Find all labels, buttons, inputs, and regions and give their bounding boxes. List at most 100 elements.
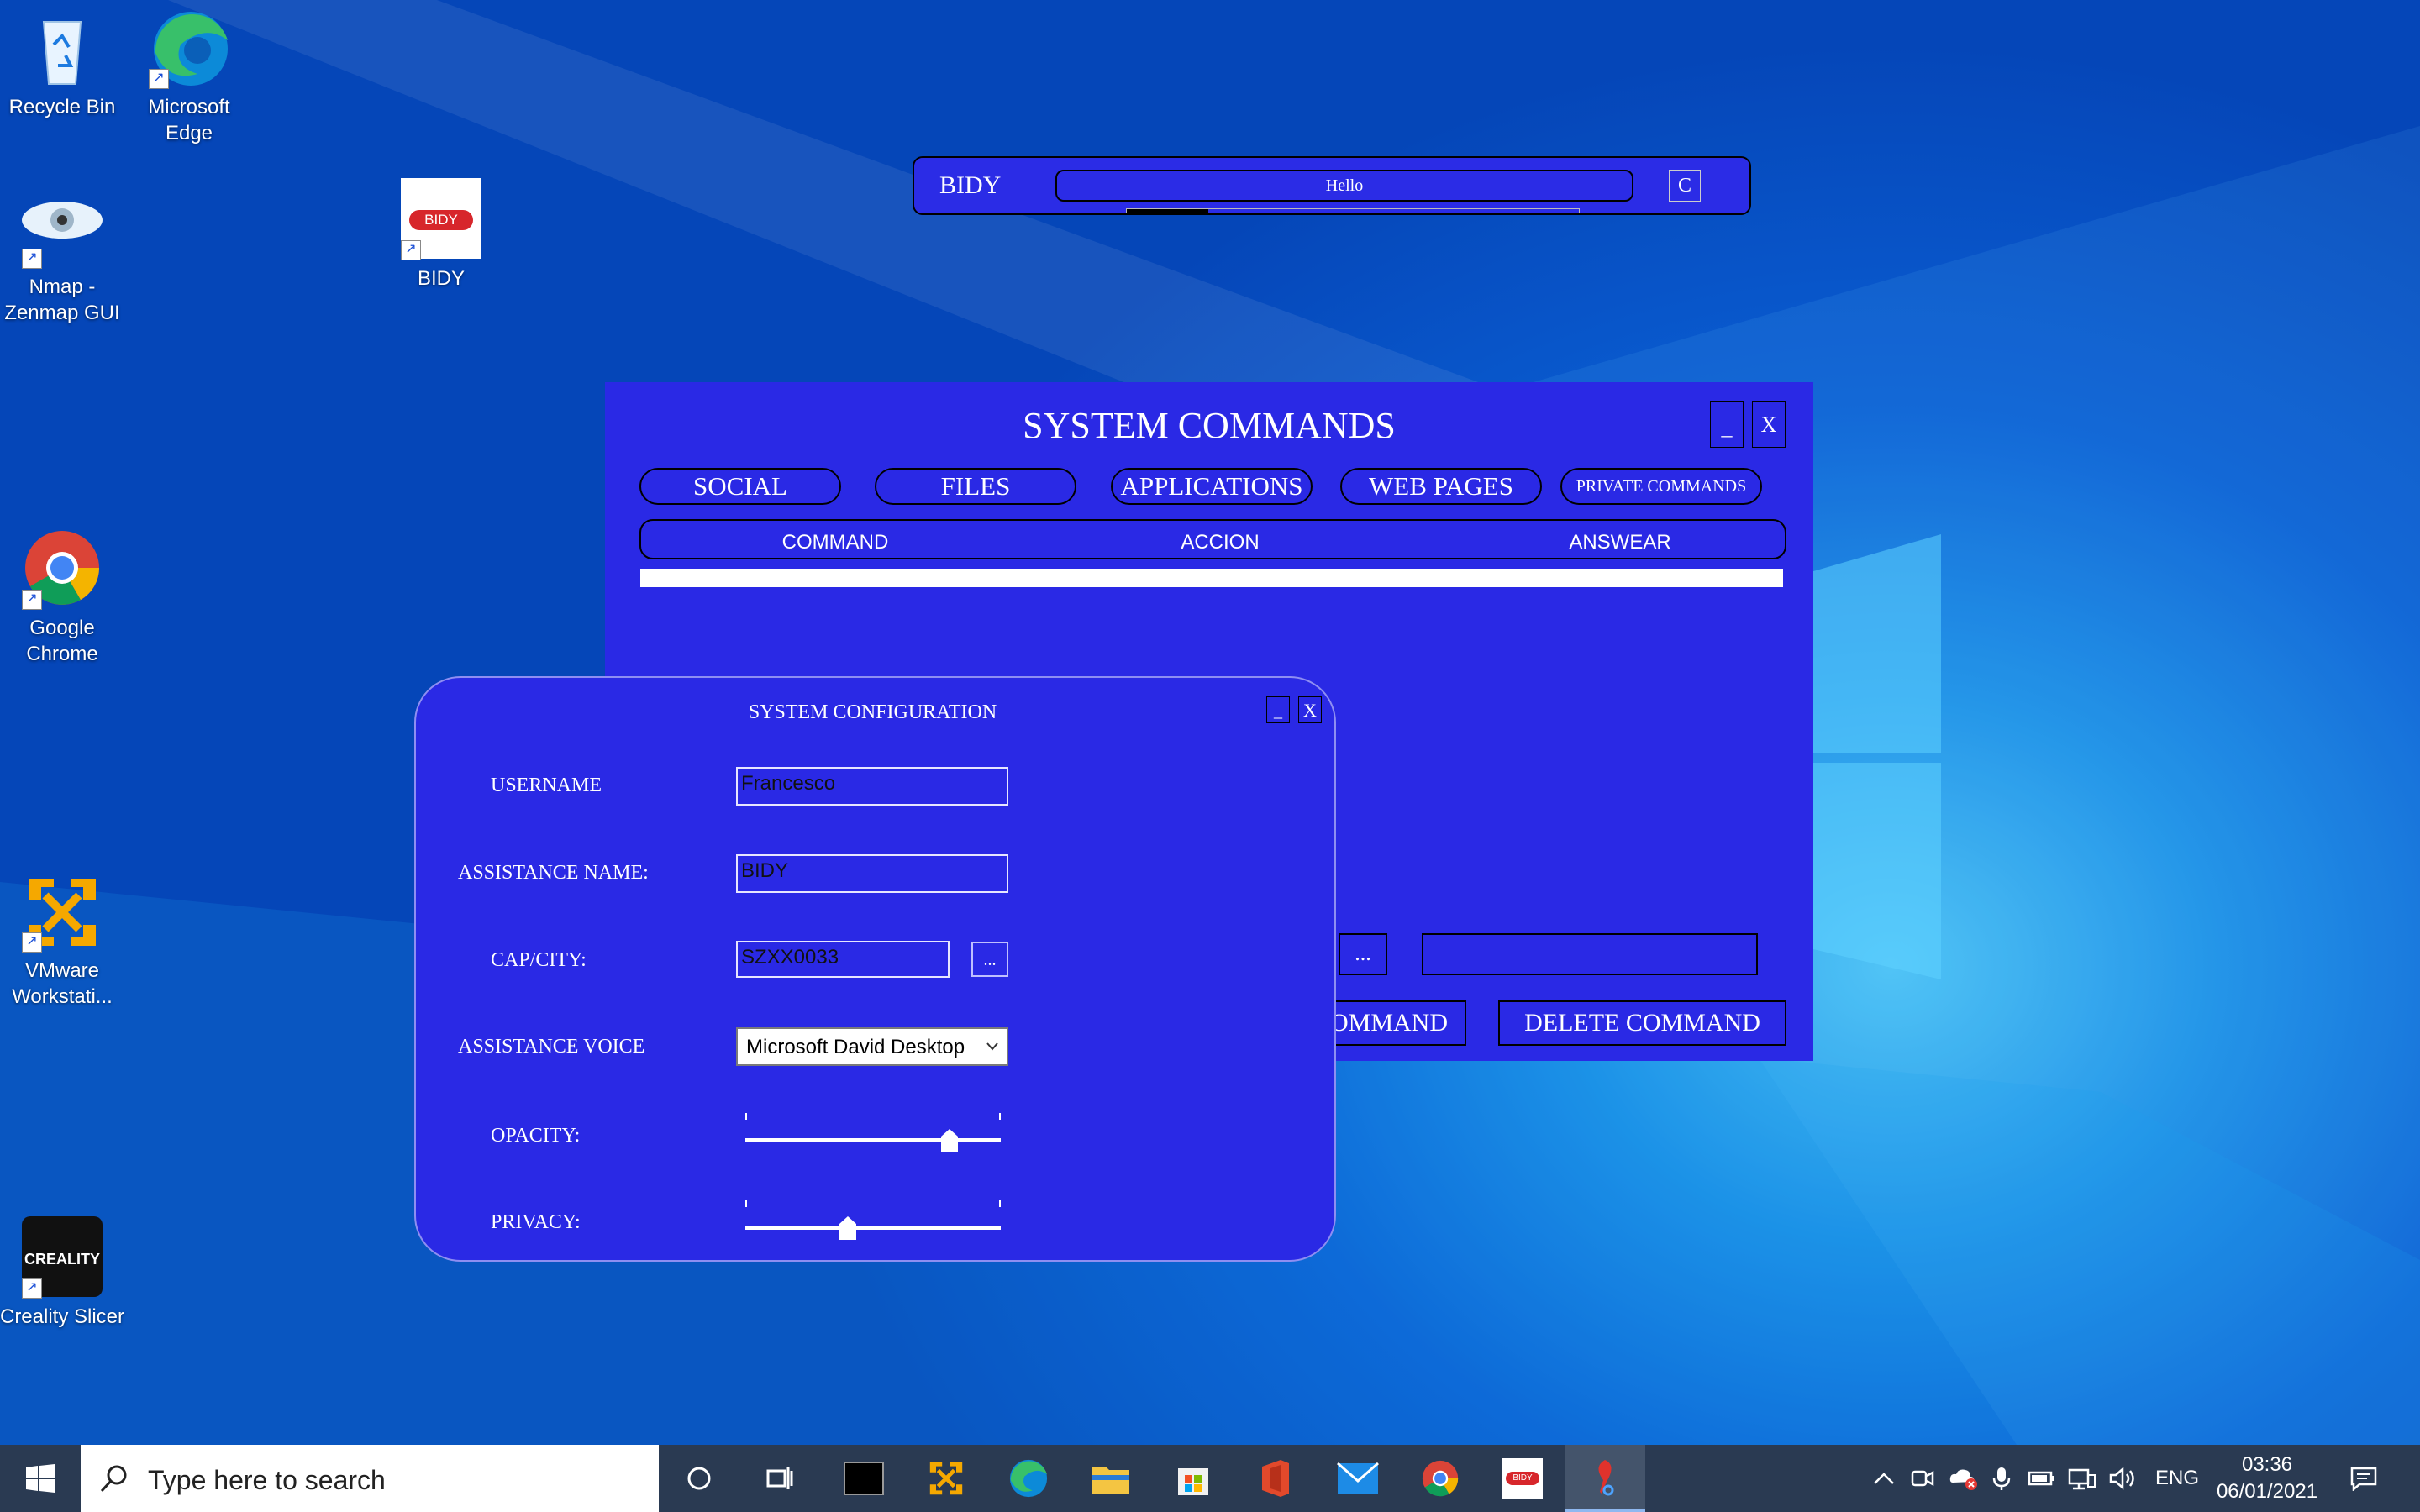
- desktop-icon-recycle-bin[interactable]: Recycle Bin: [0, 7, 129, 120]
- bidy-app-icon: BIDY ↗: [399, 178, 483, 262]
- shortcut-arrow-icon: ↗: [22, 249, 42, 269]
- chrome-icon: ↗: [20, 528, 104, 612]
- shortcut-arrow-icon: ↗: [22, 932, 42, 953]
- taskbar-app-vmware[interactable]: [906, 1445, 986, 1512]
- creality-icon: CREALITY ↗: [20, 1216, 104, 1300]
- opacity-slider-thumb[interactable]: [940, 1128, 959, 1153]
- creality-logo-text: CREALITY: [24, 1251, 100, 1268]
- taskbar-app-edge[interactable]: [988, 1445, 1069, 1512]
- cap-city-browse-button[interactable]: ...: [971, 942, 1008, 977]
- clock-date: 06/01/2021: [2216, 1480, 2318, 1503]
- assistance-voice-label: ASSISTANCE VOICE: [458, 1036, 645, 1058]
- command-input[interactable]: [1422, 933, 1758, 975]
- start-button[interactable]: [0, 1445, 81, 1512]
- privacy-slider-thumb[interactable]: [839, 1215, 857, 1241]
- command-browse-button[interactable]: ...: [1339, 933, 1387, 975]
- onedrive-error-icon: [1949, 1469, 1977, 1490]
- tab-private-commands[interactable]: PRIVATE COMMANDS: [1560, 468, 1762, 505]
- chevron-down-icon: [986, 1042, 998, 1051]
- edge-icon: [1009, 1459, 1048, 1498]
- tray-microphone[interactable]: [1985, 1445, 2018, 1512]
- tray-volume[interactable]: [2104, 1445, 2141, 1512]
- system-configuration-window: SYSTEM CONFIGURATION _ X USERNAME France…: [414, 676, 1336, 1262]
- opacity-label: OPACITY:: [491, 1125, 581, 1147]
- shortcut-arrow-icon: ↗: [22, 590, 42, 610]
- taskbar-app-active[interactable]: [1565, 1445, 1645, 1512]
- cortana-icon: [687, 1467, 711, 1490]
- network-icon: [2068, 1468, 2096, 1490]
- column-header-accion: ACCION: [1181, 531, 1260, 554]
- microphone-icon: [1992, 1467, 2011, 1490]
- taskbar-search-box[interactable]: Type here to search: [81, 1445, 659, 1512]
- recycle-bin-icon: [20, 7, 104, 91]
- tray-meet-now[interactable]: [1906, 1445, 1939, 1512]
- shortcut-arrow-icon: ↗: [149, 69, 169, 89]
- taskbar-app-store[interactable]: [1153, 1445, 1234, 1512]
- system-configuration-title: SYSTEM CONFIGURATION: [748, 701, 997, 723]
- bidy-message-box: Hello: [1055, 170, 1634, 202]
- chrome-icon: [1422, 1460, 1459, 1497]
- tab-applications[interactable]: APPLICATIONS: [1111, 468, 1313, 505]
- search-placeholder: Type here to search: [148, 1465, 386, 1495]
- tab-social[interactable]: SOCIAL: [639, 468, 841, 505]
- tray-battery[interactable]: [2023, 1445, 2060, 1512]
- shortcut-arrow-icon: ↗: [401, 240, 421, 260]
- opacity-slider[interactable]: [745, 1113, 1001, 1155]
- privacy-slider[interactable]: [745, 1200, 1001, 1242]
- desktop-icon-google-chrome[interactable]: ↗ Google Chrome: [0, 528, 129, 667]
- desktop-icon-microsoft-edge[interactable]: ↗ Microsoft Edge: [122, 7, 256, 146]
- desktop-icon-bidy[interactable]: BIDY ↗ BIDY: [374, 178, 508, 291]
- nmap-eye-icon: ↗: [20, 186, 104, 270]
- tab-web-pages[interactable]: WEB PAGES: [1340, 468, 1542, 505]
- bidy-app-icon: BIDY: [1502, 1458, 1543, 1499]
- taskbar-app-chrome[interactable]: [1400, 1445, 1481, 1512]
- minimize-button[interactable]: _: [1710, 401, 1744, 448]
- close-button[interactable]: X: [1752, 401, 1786, 448]
- task-view-icon: [766, 1467, 793, 1489]
- delete-command-button[interactable]: DELETE COMMAND: [1498, 1000, 1786, 1046]
- tray-network[interactable]: [2064, 1445, 2101, 1512]
- username-field[interactable]: Francesco: [736, 767, 1008, 806]
- action-center-button[interactable]: [2336, 1445, 2391, 1512]
- taskbar-app-bidy[interactable]: BIDY: [1482, 1445, 1563, 1512]
- show-hidden-icons-button[interactable]: [1867, 1445, 1901, 1512]
- bidy-progress-fill: [1127, 209, 1208, 213]
- clock-time: 03:36: [2241, 1453, 2293, 1476]
- assistance-voice-value: Microsoft David Desktop: [746, 1036, 965, 1058]
- column-header-command: COMMAND: [781, 531, 889, 554]
- tray-onedrive[interactable]: [1944, 1445, 1981, 1512]
- taskbar-app-terminal[interactable]: [823, 1445, 904, 1512]
- mail-icon: [1337, 1462, 1379, 1494]
- desktop-icon-nmap[interactable]: ↗ Nmap - Zenmap GUI: [0, 186, 129, 326]
- icon-label: Google Chrome: [26, 617, 98, 665]
- config-close-button[interactable]: X: [1298, 696, 1322, 723]
- cap-city-field[interactable]: SZXX0033: [736, 941, 950, 978]
- office-icon: [1262, 1460, 1289, 1497]
- username-label: USERNAME: [491, 774, 602, 796]
- cap-city-label: CAP/CITY:: [491, 949, 587, 971]
- language-indicator[interactable]: ENG: [2148, 1445, 2207, 1512]
- windows-start-icon: [26, 1464, 55, 1493]
- store-icon: [1178, 1468, 1208, 1495]
- bidy-c-button[interactable]: C: [1669, 170, 1701, 202]
- config-minimize-button[interactable]: _: [1266, 696, 1290, 723]
- taskbar-app-file-explorer[interactable]: [1071, 1445, 1151, 1512]
- app-feather-icon: [1598, 1460, 1614, 1496]
- column-header-answear: ANSWEAR: [1569, 531, 1671, 554]
- commands-list[interactable]: [640, 569, 1783, 587]
- tab-files[interactable]: FILES: [875, 468, 1076, 505]
- desktop-icon-creality-slicer[interactable]: CREALITY ↗ Creality Slicer: [0, 1216, 129, 1330]
- terminal-icon: [844, 1462, 884, 1495]
- desktop-icon-vmware[interactable]: ↗ VMware Workstati...: [0, 870, 129, 1010]
- taskbar-app-office[interactable]: [1235, 1445, 1316, 1512]
- task-view-button[interactable]: [739, 1445, 820, 1512]
- cortana-button[interactable]: [659, 1445, 739, 1512]
- assistance-voice-select[interactable]: Microsoft David Desktop: [736, 1027, 1008, 1066]
- assistance-name-field[interactable]: BIDY: [736, 854, 1008, 893]
- edge-icon: ↗: [147, 7, 231, 91]
- taskbar-app-mail[interactable]: [1318, 1445, 1398, 1512]
- battery-icon: [2028, 1471, 2054, 1486]
- system-commands-title: SYSTEM COMMANDS: [1023, 405, 1396, 446]
- taskbar-clock[interactable]: 03:36 06/01/2021: [2212, 1452, 2323, 1505]
- bidy-bar-title: BIDY: [939, 171, 1002, 199]
